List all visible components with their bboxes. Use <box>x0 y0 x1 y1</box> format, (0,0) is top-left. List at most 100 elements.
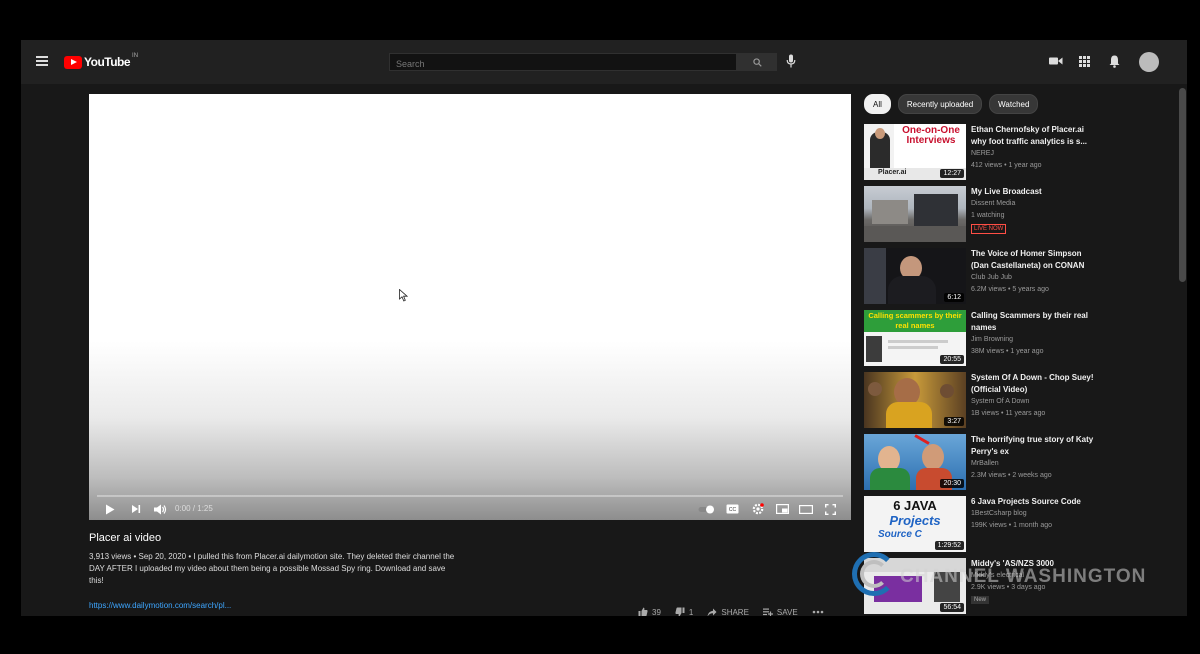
video-thumbnail[interactable]: 6:12 <box>864 248 966 304</box>
time-display: 0:00 / 1:25 <box>175 504 213 513</box>
watermark-text: CHANNEL WASHINGTON <box>900 566 1147 587</box>
recommendation-item[interactable]: 6:12 The Voice of Homer Simpson (Dan Cas… <box>864 247 1164 309</box>
duration-badge: 12:27 <box>940 169 964 178</box>
chip-watched[interactable]: Watched <box>989 94 1039 114</box>
video-thumbnail[interactable]: One-on-One Interviews Placer.ai 12:27 <box>864 124 966 180</box>
channel-name[interactable]: MrBallen <box>971 460 999 467</box>
video-thumbnail[interactable]: 6 JAVA Projects Source C 1:29:52 <box>864 496 966 552</box>
progress-bar[interactable] <box>97 495 843 497</box>
duration-badge: 6:12 <box>944 293 964 302</box>
thumbs-up-icon <box>638 607 648 616</box>
duration-badge: 1:29:52 <box>934 541 964 550</box>
channel-name[interactable]: 1BestCsharp blog <box>971 510 1027 517</box>
video-stats: 1B views • 11 years ago <box>971 410 1046 417</box>
channel-name[interactable]: Club Jub Jub <box>971 274 1012 281</box>
channel-name[interactable]: System Of A Down <box>971 398 1029 405</box>
mouse-cursor-icon <box>399 289 408 302</box>
youtube-play-icon <box>64 55 82 69</box>
video-stats: 6.2M views • 5 years ago <box>971 286 1049 293</box>
search-box <box>389 53 737 72</box>
recommendations-list: One-on-One Interviews Placer.ai 12:27 Et… <box>864 123 1164 616</box>
search-input[interactable] <box>390 56 736 72</box>
chip-recently-uploaded[interactable]: Recently uploaded <box>897 94 983 114</box>
dislike-button[interactable]: 1 <box>675 607 693 616</box>
miniplayer-icon[interactable] <box>775 502 789 516</box>
settings-gear-icon[interactable] <box>751 502 765 516</box>
top-bar: YouTube IN <box>21 40 1187 84</box>
more-actions-button[interactable] <box>812 607 824 616</box>
notifications-bell-icon[interactable] <box>1106 53 1122 69</box>
like-count: 39 <box>652 607 661 617</box>
video-description: 3,913 views • Sep 20, 2020 • I pulled th… <box>89 551 461 587</box>
thumbnail-headline: Calling scammers by their real names <box>864 310 966 332</box>
share-button[interactable]: SHARE <box>707 607 749 616</box>
video-player[interactable]: 0:00 / 1:25 CC <box>89 94 851 520</box>
microphone-icon[interactable] <box>786 54 796 68</box>
scrollbar[interactable] <box>1179 88 1186 282</box>
save-label: SAVE <box>776 607 798 617</box>
recommendation-title: The Voice of Homer Simpson (Dan Castella… <box>971 249 1085 270</box>
logo-text: YouTube <box>84 55 131 69</box>
play-icon[interactable] <box>103 502 117 516</box>
volume-icon[interactable] <box>153 502 167 516</box>
search-button[interactable] <box>737 53 777 71</box>
description-link[interactable]: https://www.dailymotion.com/search/pl... <box>89 601 231 610</box>
recommendation-item[interactable]: 3:27 System Of A Down - Chop Suey! (Offi… <box>864 371 1164 433</box>
video-thumbnail[interactable]: 3:27 <box>864 372 966 428</box>
like-button[interactable]: 39 <box>638 607 661 616</box>
captions-icon[interactable]: CC <box>725 502 739 516</box>
create-video-icon[interactable] <box>1048 53 1064 69</box>
thumbnail-line2: Projects <box>889 513 941 528</box>
recommendation-title: Calling Scammers by their real names <box>971 311 1088 332</box>
thumbnail-line1: 6 JAVA <box>893 498 937 513</box>
recommendation-title: System Of A Down - Chop Suey! (Official … <box>971 373 1094 394</box>
menu-icon[interactable] <box>36 56 48 66</box>
account-avatar[interactable] <box>1139 52 1159 72</box>
channel-name[interactable]: NEREJ <box>971 150 994 157</box>
video-thumbnail[interactable]: Calling scammers by their real names 20:… <box>864 310 966 366</box>
video-stats: 2.3M views • 2 weeks ago <box>971 472 1052 479</box>
video-actions: 39 1 SHARE SAVE <box>638 607 824 616</box>
video-stats: 38M views • 1 year ago <box>971 348 1044 355</box>
video-stats: 412 views • 1 year ago <box>971 162 1042 169</box>
recommendation-title: My Live Broadcast <box>971 187 1042 196</box>
youtube-logo[interactable]: YouTube IN <box>64 53 138 71</box>
video-thumbnail[interactable] <box>864 186 966 242</box>
video-stats: 199K views • 1 month ago <box>971 522 1053 529</box>
dislike-count: 1 <box>688 607 694 617</box>
thumbnail-headline: One-on-One Interviews <box>902 125 960 146</box>
duration-badge: 20:55 <box>940 355 964 364</box>
recommendation-title: The horrifying true story of Katy Perry'… <box>971 435 1094 456</box>
logo-country-code: IN <box>132 53 139 59</box>
thumbnail-line3: Source C <box>878 529 922 540</box>
apps-grid-icon[interactable] <box>1076 53 1092 69</box>
youtube-app: YouTube IN Search 0:00 / 1:25 CC Placer … <box>21 40 1187 616</box>
channel-name[interactable]: Jim Browning <box>971 336 1013 343</box>
recommendation-title: Ethan Chernofsky of Placer.ai why foot t… <box>971 125 1088 146</box>
svg-text:CC: CC <box>728 507 736 513</box>
thumbs-down-icon <box>675 607 685 616</box>
channel-name[interactable]: Dissent Media <box>971 200 1015 207</box>
live-badge: LIVE NOW <box>971 224 1007 234</box>
save-button[interactable]: SAVE <box>762 607 798 617</box>
autoplay-toggle-icon[interactable] <box>698 502 716 516</box>
fullscreen-icon[interactable] <box>823 502 837 516</box>
watermark-inner-ring <box>860 560 888 588</box>
video-title: Placer ai video <box>89 532 162 544</box>
video-thumbnail[interactable]: 20:30 <box>864 434 966 490</box>
theater-mode-icon[interactable] <box>799 502 813 516</box>
thumbnail-brand: Placer.ai <box>878 169 907 176</box>
share-arrow-icon <box>707 608 717 616</box>
recommendation-item[interactable]: 6 JAVA Projects Source C 1:29:52 6 Java … <box>864 495 1164 557</box>
recommendation-item[interactable]: 20:30 The horrifying true story of Katy … <box>864 433 1164 495</box>
recommendation-item[interactable]: My Live Broadcast Dissent Media 1 watchi… <box>864 185 1164 247</box>
player-controls: 0:00 / 1:25 CC <box>89 498 851 520</box>
channel-watermark: CHANNEL WASHINGTON <box>852 552 1162 606</box>
duration-badge: 3:27 <box>944 417 964 426</box>
recommendation-item[interactable]: One-on-One Interviews Placer.ai 12:27 Et… <box>864 123 1164 185</box>
chip-all[interactable]: All <box>864 94 891 114</box>
next-icon[interactable] <box>129 502 143 516</box>
recommendation-title: 6 Java Projects Source Code <box>971 497 1081 506</box>
recommendation-item[interactable]: Calling scammers by their real names 20:… <box>864 309 1164 371</box>
views-and-date: 3,913 views • Sep 20, 2020 <box>89 552 187 561</box>
